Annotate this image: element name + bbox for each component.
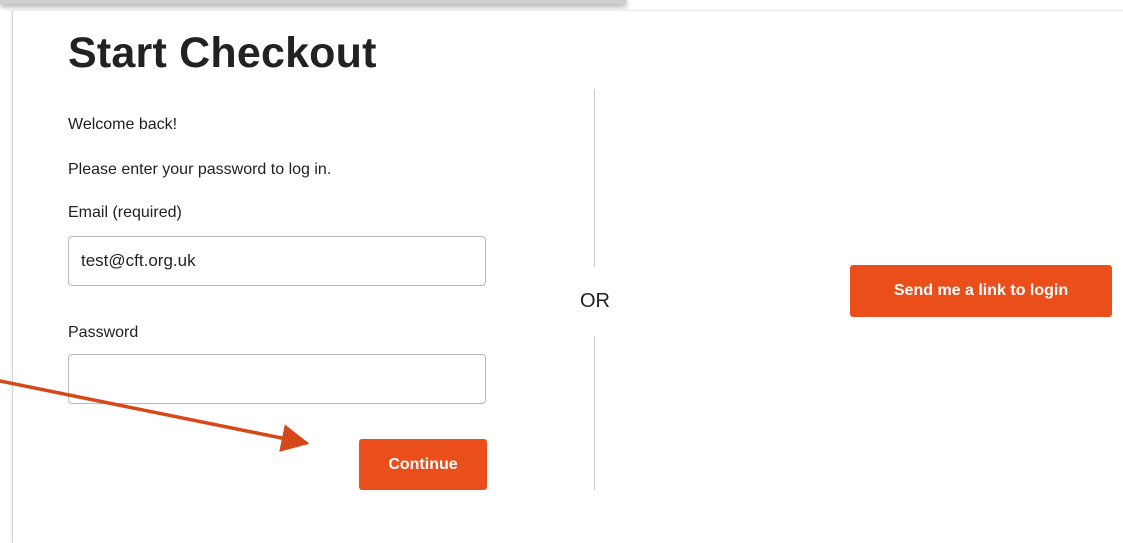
email-field[interactable] [68,236,486,286]
welcome-text: Welcome back! [68,116,178,133]
password-label: Password [68,324,139,341]
page-title: Start Checkout [68,29,377,77]
password-field[interactable] [68,354,486,404]
email-label: Email (required) [68,204,182,221]
divider-line-bottom [594,336,595,490]
send-login-link-button[interactable]: Send me a link to login [850,265,1112,317]
divider-line-top [594,89,595,267]
instruction-text: Please enter your password to log in. [68,161,332,178]
window-edge-shadow [0,0,627,4]
continue-button[interactable]: Continue [359,439,487,490]
checkout-panel: Start Checkout Welcome back! Please ente… [12,10,1123,543]
or-label: OR [580,290,610,312]
